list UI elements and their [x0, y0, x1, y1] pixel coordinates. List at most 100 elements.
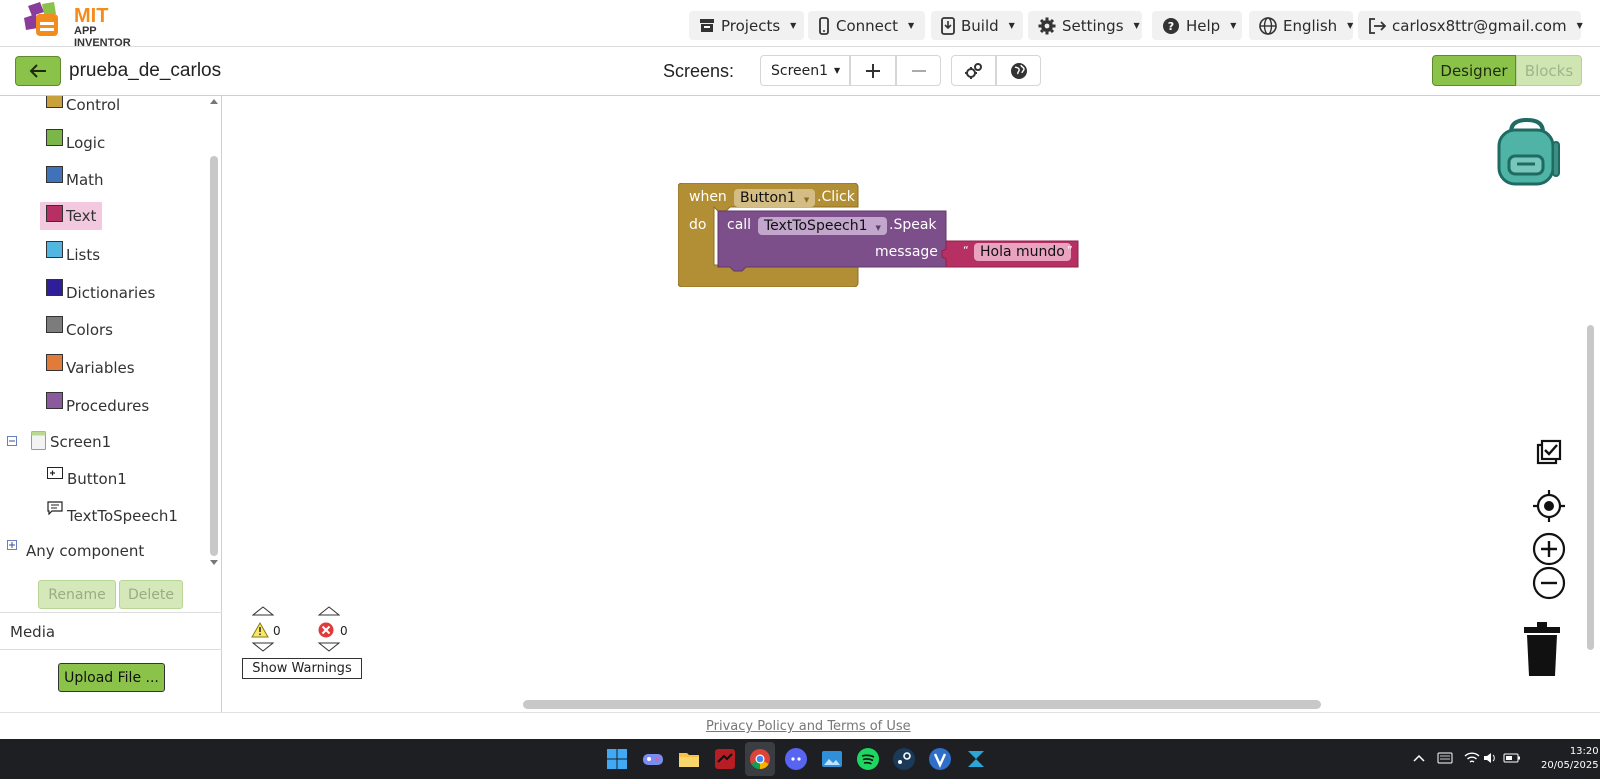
chevron-down-icon: ▼ [1133, 21, 1140, 30]
tree-screen1[interactable]: Screen1 [50, 431, 111, 453]
event-when-label: when [689, 189, 727, 205]
param-message-label: message [875, 244, 938, 260]
error-prev-icon[interactable] [318, 606, 340, 616]
language-menu[interactable]: English ▼ [1249, 11, 1353, 40]
help-menu[interactable]: ? Help ▼ [1152, 11, 1242, 40]
spotify-icon[interactable] [856, 747, 880, 771]
error-next-icon[interactable] [318, 642, 340, 652]
expand-icon[interactable] [7, 540, 17, 550]
show-warnings-button[interactable]: Show Warnings [242, 658, 362, 679]
call-component-dropdown[interactable]: TextToSpeech1 ▼ [758, 217, 887, 235]
chrome-icon[interactable] [748, 747, 772, 771]
palette-item-variables[interactable]: Variables [46, 353, 135, 379]
screen-icon [31, 431, 46, 450]
game-app-icon[interactable] [713, 747, 737, 771]
build-menu[interactable]: Build ▼ [931, 11, 1023, 40]
rename-button[interactable]: Rename [38, 580, 116, 609]
settings-menu[interactable]: Settings ▼ [1028, 11, 1142, 40]
keyboard-icon[interactable] [1437, 752, 1453, 764]
scroll-down-icon[interactable] [209, 558, 219, 568]
palette-item-math[interactable]: Math [46, 165, 104, 191]
gears-icon [964, 62, 982, 79]
trash-icon[interactable] [1520, 621, 1564, 677]
logo-subtitle: APP INVENTOR [74, 25, 131, 49]
battery-icon[interactable] [1503, 751, 1521, 765]
screen-select-value: Screen1 [771, 62, 829, 79]
connect-menu[interactable]: Connect ▼ [808, 11, 925, 40]
media-label: Media [10, 623, 56, 641]
palette-scroll-thumb[interactable] [210, 156, 218, 556]
backpack-icon[interactable] [1493, 118, 1563, 188]
language-menu-label: English [1283, 16, 1338, 35]
photos-icon[interactable] [820, 747, 844, 771]
remove-screen-button[interactable] [896, 55, 941, 86]
event-component-dropdown[interactable]: Button1 ▼ [734, 189, 816, 207]
cleanup-icon[interactable] [1534, 438, 1564, 468]
plus-icon [866, 63, 880, 78]
error-count: 0 [340, 624, 348, 638]
palette-item-logic[interactable]: Logic [46, 128, 105, 154]
text-swatch-icon [46, 204, 63, 222]
project-properties-button[interactable] [951, 55, 996, 86]
app-icon[interactable] [964, 747, 988, 771]
volume-icon[interactable] [1483, 751, 1497, 765]
clock-date: 20/05/2025 [1541, 760, 1599, 771]
add-screen-button[interactable] [850, 55, 896, 86]
palette-item-control[interactable]: Control [46, 96, 120, 116]
projects-menu[interactable]: Projects ▼ [689, 11, 804, 40]
app-logo[interactable]: MIT APP INVENTOR [22, 2, 152, 49]
palette-item-text[interactable]: Text [40, 202, 103, 230]
palette-item-label: Math [66, 171, 104, 189]
system-clock[interactable]: 13:20 20/05/2025 [1541, 745, 1599, 773]
zoom-in-icon[interactable] [1532, 532, 1566, 566]
palette-item-colors[interactable]: Colors [46, 315, 113, 341]
project-title: prueba_de_carlos [69, 60, 222, 81]
palette-item-dictionaries[interactable]: Dictionaries [46, 278, 155, 304]
recenter-icon[interactable] [1532, 489, 1566, 523]
collapse-icon[interactable] [7, 436, 17, 446]
warning-prev-icon[interactable] [252, 606, 274, 616]
v-app-icon[interactable] [928, 747, 952, 771]
workspace-vscrollbar[interactable] [1587, 325, 1594, 650]
windows-start-icon[interactable] [605, 747, 629, 771]
account-menu[interactable]: carlosx8ttr@gmail.com ▼ [1358, 11, 1583, 40]
blocks-workspace[interactable]: when Button1 ▼ .Click do call TextToSpeec… [222, 96, 1600, 712]
app-inventor-logo-icon [24, 2, 58, 36]
warning-count: 0 [273, 624, 281, 638]
discord-icon[interactable] [784, 747, 808, 771]
blocks-button[interactable]: Blocks [1516, 55, 1582, 86]
designer-button[interactable]: Designer [1432, 55, 1516, 86]
chevron-up-icon[interactable] [1413, 754, 1425, 762]
button-component-icon [47, 467, 63, 479]
event-component-value: Button1 [740, 190, 796, 206]
scroll-up-icon[interactable] [209, 96, 219, 106]
gallery-publish-button[interactable] [996, 55, 1041, 86]
wifi-icon[interactable] [1464, 751, 1480, 765]
string-field[interactable]: Hola mundo [974, 243, 1071, 261]
delete-button[interactable]: Delete [119, 580, 183, 609]
error-icon [318, 622, 334, 638]
tree-button1[interactable]: Button1 [67, 468, 127, 490]
screen-select[interactable]: Screen1 ▼ [760, 55, 850, 86]
arrow-left-icon [29, 64, 46, 78]
file-explorer-icon[interactable] [677, 747, 701, 771]
workspace-hscrollbar[interactable] [523, 700, 1321, 709]
project-toolbar: prueba_de_carlos Screens: Screen1 ▼ Desi… [0, 47, 1600, 96]
palette-item-procedures[interactable]: Procedures [46, 391, 149, 417]
steam-icon[interactable] [892, 747, 916, 771]
privacy-policy-link[interactable]: Privacy Policy and Terms of Use [706, 719, 911, 734]
blocks-palette: Control Logic Math Text Lists Dictionari… [0, 96, 222, 712]
warning-next-icon[interactable] [252, 642, 274, 652]
top-bar: MIT APP INVENTOR Projects ▼ Connect ▼ Buil… [0, 0, 1600, 49]
quote-close-icon: ” [1067, 244, 1073, 257]
palette-item-lists[interactable]: Lists [46, 240, 100, 266]
game-controller-icon[interactable] [641, 747, 665, 771]
tree-texttospeech1[interactable]: TextToSpeech1 [67, 505, 178, 527]
back-button[interactable] [15, 56, 61, 86]
upload-file-button[interactable]: Upload File ... [58, 663, 165, 692]
chevron-down-icon: ▼ [790, 21, 797, 30]
phone-icon [819, 16, 829, 35]
chevron-down-icon: ▼ [1008, 21, 1015, 30]
tree-any-component[interactable]: Any component [26, 540, 144, 562]
zoom-out-icon[interactable] [1532, 566, 1566, 600]
